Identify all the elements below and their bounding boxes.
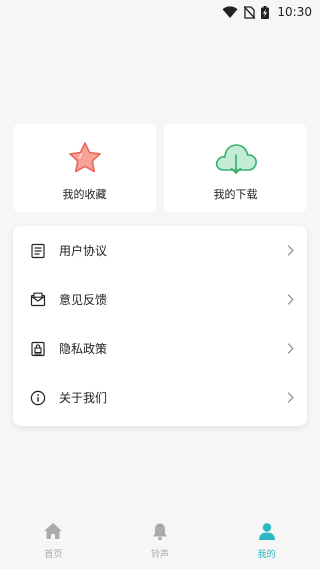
chevron-right-icon	[285, 294, 295, 306]
bell-icon	[151, 521, 169, 541]
menu-item-label: 隐私政策	[59, 342, 108, 356]
my-favorites-card[interactable]: 我的收藏	[13, 124, 156, 212]
menu-item-feedback[interactable]: 意见反馈	[13, 275, 307, 324]
menu-item-label: 用户协议	[59, 244, 108, 258]
document-list-icon	[29, 242, 47, 260]
tab-home[interactable]: 首页	[0, 513, 107, 569]
mail-feedback-icon	[29, 291, 47, 309]
chevron-right-icon	[285, 392, 295, 404]
tab-ringtones[interactable]: 铃声	[107, 513, 214, 569]
tab-mine[interactable]: 我的	[213, 513, 320, 569]
my-downloads-label: 我的下载	[213, 188, 258, 201]
chevron-right-icon	[285, 343, 295, 355]
menu-item-privacy-policy[interactable]: 隐私政策	[13, 324, 307, 373]
menu-item-label: 关于我们	[59, 391, 108, 405]
status-time: 10:30	[277, 5, 312, 19]
my-downloads-card[interactable]: 我的下载	[164, 124, 307, 212]
quick-cards: 我的收藏 我的下载	[13, 124, 307, 212]
cloud-download-icon	[212, 140, 260, 176]
wifi-icon	[222, 6, 238, 18]
star-icon	[65, 140, 105, 176]
menu-item-label: 意见反馈	[59, 293, 108, 307]
chevron-right-icon	[285, 245, 295, 257]
my-favorites-label: 我的收藏	[62, 188, 107, 201]
tab-ringtones-label: 铃声	[151, 550, 170, 560]
menu-item-user-agreement[interactable]: 用户协议	[13, 226, 307, 275]
menu-item-about-us[interactable]: 关于我们	[13, 373, 307, 422]
battery-charging-icon	[261, 5, 270, 19]
user-icon	[258, 521, 276, 541]
status-bar: 10:30	[0, 0, 320, 24]
info-circle-icon	[29, 389, 47, 407]
tab-home-label: 首页	[44, 550, 63, 560]
lock-document-icon	[29, 340, 47, 358]
home-icon	[43, 521, 63, 541]
bottom-navigation: 首页 铃声 我的	[0, 513, 320, 569]
tab-mine-label: 我的	[257, 550, 276, 560]
settings-menu: 用户协议 意见反馈 隐私政策 关于我们	[13, 226, 307, 426]
no-sim-icon	[244, 5, 256, 19]
